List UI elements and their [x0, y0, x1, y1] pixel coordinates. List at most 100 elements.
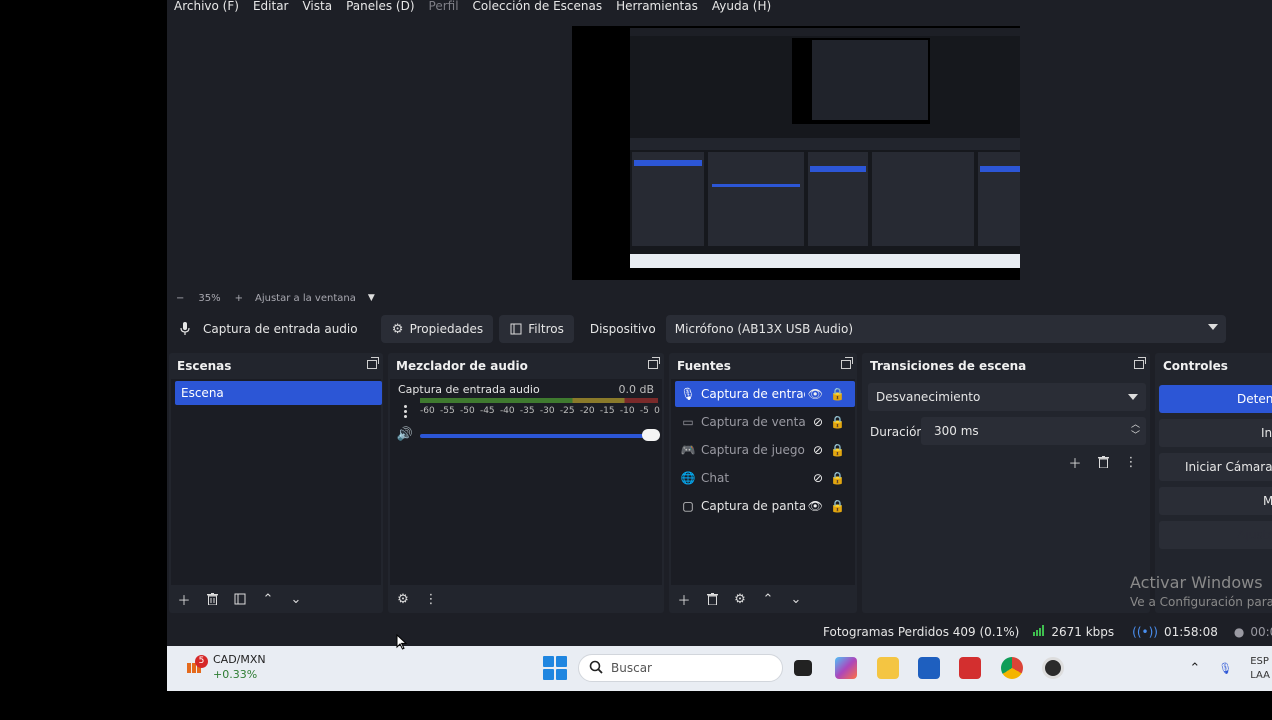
copilot-icon[interactable]	[835, 657, 857, 679]
task-view-icon[interactable]	[794, 660, 812, 676]
menu-editar[interactable]: Editar	[246, 0, 296, 16]
device-select[interactable]: Micrófono (AB13X USB Audio)	[665, 315, 1226, 343]
volume-slider-handle[interactable]	[642, 429, 660, 441]
spinner-arrows-icon[interactable]: ︿ ﹀	[1131, 420, 1140, 442]
speaker-icon[interactable]: 🔊	[397, 427, 413, 442]
stop-streaming-button[interactable]: Detener transmisión	[1159, 385, 1272, 413]
eye-hidden-icon[interactable]: ⊘	[813, 471, 823, 485]
mixer-channel-name: Captura de entrada audio	[398, 383, 540, 396]
chevron-down-icon[interactable]: ▼	[368, 293, 375, 303]
add-icon[interactable]: ＋	[677, 592, 691, 609]
undock-icon[interactable]	[1134, 357, 1146, 369]
undock-icon[interactable]	[648, 357, 660, 369]
duration-input[interactable]: 300 ms ︿ ﹀	[921, 417, 1146, 445]
add-icon[interactable]: ＋	[1068, 455, 1082, 472]
lock-icon[interactable]: 🔒	[830, 471, 845, 485]
properties-button[interactable]: ⚙ Propiedades	[380, 315, 494, 343]
scenes-title: Escenas	[169, 353, 383, 379]
filters-label: Filtros	[528, 322, 564, 336]
source-item[interactable]: ▭ Captura de ventana ⊘ 🔒	[675, 409, 855, 435]
currency-widget[interactable]: 5 CAD/MXN +0.33%	[185, 652, 266, 682]
menu-paneles[interactable]: Paneles (D)	[339, 0, 421, 16]
lock-icon[interactable]: 🔒	[830, 499, 845, 513]
settings-button[interactable]: Ajustes	[1159, 521, 1272, 549]
stream-time-value: 01:58:08	[1163, 625, 1218, 639]
menu-archivo[interactable]: Archivo (F)	[167, 0, 246, 16]
trash-icon[interactable]	[1096, 455, 1110, 469]
chevron-up-icon[interactable]: ⌃	[1189, 661, 1200, 676]
store-icon[interactable]	[918, 657, 940, 679]
chrome-icon[interactable]	[1001, 657, 1023, 679]
zoom-fit-label[interactable]: Ajustar a la ventana	[255, 293, 356, 304]
source-item[interactable]: ▢ Captura de pantalla 👁 🔒	[675, 493, 855, 519]
preview-canvas[interactable]	[572, 26, 1020, 280]
undock-icon[interactable]	[367, 357, 379, 369]
gear-icon[interactable]: ⚙	[733, 592, 747, 607]
watermark-line1: Activar Windows	[1130, 573, 1263, 592]
menu-perfil[interactable]: Perfil	[422, 0, 466, 16]
nested-dock	[872, 152, 974, 246]
kebab-menu-icon[interactable]: ⋮	[1124, 455, 1138, 470]
menu-vista[interactable]: Vista	[295, 0, 339, 16]
kebab-menu-icon[interactable]: ⋮	[424, 592, 438, 607]
file-explorer-icon[interactable]	[877, 657, 899, 679]
meter-tick: -5	[639, 406, 649, 416]
lock-icon[interactable]: 🔒	[830, 443, 845, 457]
eye-icon[interactable]: 👁	[808, 387, 823, 401]
menu-herramientas[interactable]: Herramientas	[609, 0, 705, 16]
pdf-app-icon[interactable]	[959, 657, 981, 679]
chevron-up-icon[interactable]: ⌃	[261, 592, 275, 607]
sources-toolbar: ＋ ⚙ ⌃ ⌄	[669, 585, 857, 613]
source-item[interactable]: 🌐 Chat ⊘ 🔒	[675, 465, 855, 491]
lock-icon[interactable]: 🔒	[830, 387, 845, 401]
zoom-in-button[interactable]: +	[235, 293, 243, 304]
menu-ayuda[interactable]: Ayuda (H)	[705, 0, 778, 16]
obs-icon[interactable]	[1042, 657, 1064, 679]
scene-item[interactable]: Escena	[175, 381, 382, 405]
chevron-down-icon[interactable]: ⌄	[289, 592, 303, 607]
mixer-title: Mezclador de audio	[388, 353, 664, 379]
zoom-out-button[interactable]: −	[176, 293, 184, 304]
microphone-icon[interactable]: 🎙	[1218, 662, 1232, 675]
eye-hidden-icon[interactable]: ⊘	[813, 415, 823, 429]
nested-dock	[978, 152, 1020, 246]
lock-icon[interactable]: 🔒	[830, 415, 845, 429]
screen: Archivo (F) Editar Vista Paneles (D) Per…	[0, 0, 1272, 720]
trash-icon[interactable]	[705, 592, 719, 606]
duration-value: 300 ms	[934, 424, 979, 438]
taskbar-search[interactable]: Buscar	[578, 654, 783, 682]
advanced-audio-gear-icon[interactable]: ⚙	[396, 592, 410, 607]
source-toolbar: Captura de entrada audio ⚙ Propiedades F…	[167, 311, 1272, 347]
obs-window: Archivo (F) Editar Vista Paneles (D) Per…	[167, 0, 1272, 646]
chevron-up-icon[interactable]: ⌃	[761, 592, 775, 607]
scenes-dock: Escenas Escena ＋ ⌃ ⌄	[169, 353, 383, 613]
menu-bar: Archivo (F) Editar Vista Paneles (D) Per…	[167, 0, 1272, 16]
transition-select[interactable]: Desvanecimiento	[868, 383, 1146, 411]
add-icon[interactable]: ＋	[177, 592, 191, 609]
start-recording-button[interactable]: Iniciar grabación	[1159, 419, 1272, 447]
language-indicator[interactable]: ESP LAA	[1250, 655, 1270, 683]
eye-icon[interactable]: 👁	[808, 499, 823, 513]
trash-icon[interactable]	[205, 592, 219, 606]
filter-icon	[509, 322, 523, 336]
meter-tick: -40	[499, 406, 515, 416]
kebab-menu-icon[interactable]	[404, 405, 407, 419]
studio-mode-button[interactable]: Modo Estudio	[1159, 487, 1272, 515]
source-label: Captura de entrada audio	[701, 387, 805, 401]
undock-icon[interactable]	[841, 357, 853, 369]
menu-coleccion-escenas[interactable]: Colección de Escenas	[466, 0, 610, 16]
start-virtual-camera-button[interactable]: Iniciar Cámara Virtual	[1159, 453, 1272, 481]
nested-source-highlight	[810, 166, 866, 172]
globe-icon: 🌐	[680, 471, 696, 485]
mixer-toolbar: ⚙ ⋮	[388, 585, 664, 613]
eye-hidden-icon[interactable]: ⊘	[813, 443, 823, 457]
source-item[interactable]: 🎮 Captura de juego ⊘ 🔒	[675, 437, 855, 463]
volume-slider[interactable]	[420, 434, 650, 438]
notification-badge: 5	[195, 655, 208, 668]
chevron-down-icon[interactable]: ⌄	[789, 592, 803, 607]
windows-start-icon[interactable]	[543, 656, 567, 680]
filters-button[interactable]: Filtros	[499, 315, 574, 343]
source-item[interactable]: 🎙 Captura de entrada audio 👁 🔒	[675, 381, 855, 407]
nested-preview	[792, 38, 930, 124]
scene-filters-icon[interactable]	[233, 592, 247, 606]
